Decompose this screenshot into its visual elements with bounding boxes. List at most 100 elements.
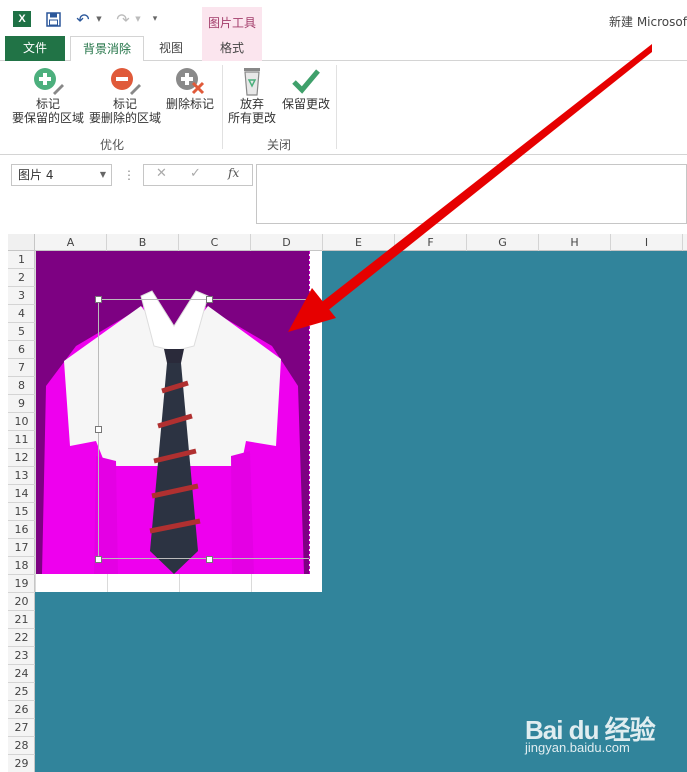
baidu-url: jingyan.baidu.com [525,740,630,755]
tab-file[interactable]: 文件 [5,36,65,61]
formula-tools: ✕ ✓ fx [143,164,253,186]
worksheet: ABCDEFGHI 1 2 3 4 5 6 7 8 9 10 11 12 13 14 15 16 17 18 19 2… [0,234,687,772]
customize-qat-button[interactable]: ▾ [150,9,160,29]
row-header-3[interactable]: 3 [8,287,35,305]
row-header-11[interactable]: 11 [8,431,35,449]
enter-icon[interactable]: ✓ [190,166,201,181]
row-header-27[interactable]: 27 [8,719,35,737]
recycle-bin-icon [244,68,260,96]
row-header-2[interactable]: 2 [8,269,35,287]
save-icon [45,11,61,27]
redo-button[interactable]: ↷ [114,9,132,29]
picture-shirt-tie[interactable] [36,251,310,574]
checkmark-icon [292,69,320,94]
column-header-a[interactable]: A [35,234,107,251]
mark-keep-label-1: 标记 [35,97,60,111]
undo-dropdown[interactable]: ▼ [95,9,103,29]
column-header-i[interactable]: I [611,234,683,251]
keep-area-selection-box[interactable] [98,299,310,559]
teal-overlay-lower [35,592,322,772]
tab-view[interactable]: 视图 [147,36,195,61]
row-header-13[interactable]: 13 [8,467,35,485]
mark-remove-label-1: 标记 [112,97,137,111]
column-header-f[interactable]: F [395,234,467,251]
row-header-9[interactable]: 9 [8,395,35,413]
row-header-4[interactable]: 4 [8,305,35,323]
insert-function-icon[interactable]: fx [228,166,239,180]
row-header-28[interactable]: 28 [8,737,35,755]
column-header-b[interactable]: B [107,234,179,251]
row-header-15[interactable]: 15 [8,503,35,521]
tab-format[interactable]: 格式 [202,36,262,61]
group-label-close: 关闭 [266,138,291,152]
ribbon-tabs: 文件 背景消除 视图 格式 [0,36,687,62]
chevron-down-icon: ▼ [96,15,102,23]
keep-changes-label: 保留更改 [281,97,330,111]
row-header-12[interactable]: 12 [8,449,35,467]
formula-bar: 图片 4 ▼ ⋮ ✕ ✓ fx [0,156,687,234]
cancel-icon[interactable]: ✕ [156,166,167,181]
formula-input[interactable] [256,164,687,224]
row-header-24[interactable]: 24 [8,665,35,683]
discard-label-1: 放弃 [239,97,264,111]
row-header-10[interactable]: 10 [8,413,35,431]
row-header-17[interactable]: 17 [8,539,35,557]
row-header-18[interactable]: 18 [8,557,35,575]
column-header-d[interactable]: D [251,234,323,251]
resize-handle[interactable] [206,296,213,303]
discard-changes-button[interactable]: 放弃 所有更改 [224,65,280,125]
column-headers: ABCDEFGHI [35,234,687,251]
delete-mark-label: 删除标记 [165,97,214,111]
select-all-corner[interactable] [8,234,35,251]
teal-overlay [322,251,687,772]
row-header-21[interactable]: 21 [8,611,35,629]
row-header-20[interactable]: 20 [8,593,35,611]
mark-keep-label-2: 要保留的区域 [11,111,84,125]
tab-background-removal[interactable]: 背景消除 [70,36,144,62]
row-header-8[interactable]: 8 [8,377,35,395]
cell-row-19[interactable] [35,574,322,592]
name-box[interactable]: 图片 4 ▼ [11,164,112,186]
row-header-23[interactable]: 23 [8,647,35,665]
row-header-25[interactable]: 25 [8,683,35,701]
formula-bar-grip-icon[interactable]: ⋮ [123,168,135,182]
chevron-down-icon[interactable]: ▼ [100,165,106,185]
ribbon: 标记 要保留的区域 标记 要删除的区域 删除标记 放弃 所有更改 保留更改 优化… [0,61,687,155]
row-header-16[interactable]: 16 [8,521,35,539]
row-header-26[interactable]: 26 [8,701,35,719]
row-header-7[interactable]: 7 [8,359,35,377]
row-header-22[interactable]: 22 [8,629,35,647]
chevron-down-icon: ▼ [135,15,141,23]
column-header-g[interactable]: G [467,234,539,251]
keep-changes-button[interactable]: 保留更改 [278,65,334,111]
mark-keep-icon [34,68,64,95]
row-header-14[interactable]: 14 [8,485,35,503]
mark-remove-label-2: 要删除的区域 [88,111,161,125]
row-header-5[interactable]: 5 [8,323,35,341]
resize-handle[interactable] [95,556,102,563]
undo-button[interactable]: ↶ [74,9,92,29]
picture-tools-title: 图片工具 [207,16,256,30]
save-button[interactable] [44,9,62,29]
mark-remove-icon [111,68,141,95]
row-header-1[interactable]: 1 [8,251,35,269]
row-header-6[interactable]: 6 [8,341,35,359]
row-header-29[interactable]: 29 [8,755,35,772]
excel-logo-icon: X [13,11,31,27]
resize-handle[interactable] [95,296,102,303]
redo-dropdown[interactable]: ▼ [134,9,142,29]
mark-remove-button[interactable]: 标记 要删除的区域 [88,65,162,125]
discard-label-2: 所有更改 [227,111,276,125]
delete-mark-button[interactable]: 删除标记 [160,65,220,111]
column-header-e[interactable]: E [323,234,395,251]
group-separator [336,65,337,149]
resize-handle[interactable] [206,556,213,563]
resize-handle[interactable] [95,426,102,433]
mark-keep-button[interactable]: 标记 要保留的区域 [10,65,86,125]
row-header-19[interactable]: 19 [8,575,35,593]
title-bar: X ↶ ▼ ↷ ▼ ▾ 图片工具 新建 Microsof [0,0,687,36]
row-headers: 1 2 3 4 5 6 7 8 9 10 11 12 13 14 15 16 17 18 19 20 21 22 23 24 2… [8,251,35,772]
column-header-c[interactable]: C [179,234,251,251]
column-header-h[interactable]: H [539,234,611,251]
group-label-optimize: 优化 [99,138,124,152]
